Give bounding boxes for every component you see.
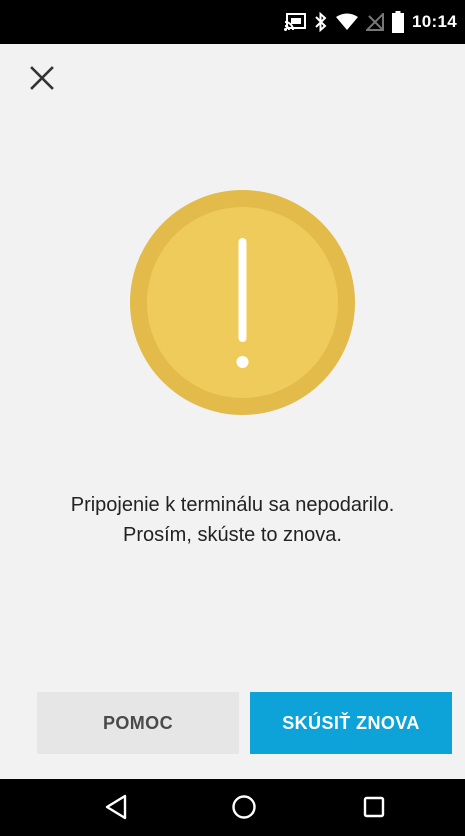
status-bar: 10:14 [0, 0, 465, 44]
wifi-icon [336, 13, 359, 31]
recents-icon [363, 796, 385, 818]
retry-button[interactable]: SKÚSIŤ ZNOVA [250, 692, 452, 754]
help-button[interactable]: POMOC [37, 692, 239, 754]
bluetooth-icon [314, 12, 328, 32]
back-icon [105, 794, 127, 820]
error-message-line-2: Prosím, skúste to znova. [123, 524, 342, 546]
home-icon [232, 795, 256, 819]
error-message: Pripojenie k terminálu sa nepodarilo. Pr… [20, 490, 445, 550]
navigation-bar [0, 779, 465, 836]
nav-home-button[interactable] [222, 787, 266, 827]
cast-icon [284, 13, 307, 31]
battery-icon [392, 11, 405, 33]
no-sim-icon [366, 13, 385, 31]
exclamation-icon [236, 238, 249, 368]
close-icon [30, 66, 54, 90]
warning-badge [130, 190, 355, 415]
close-button[interactable] [28, 64, 56, 92]
status-time: 10:14 [412, 12, 457, 31]
error-message-line-1: Pripojenie k terminálu sa nepodarilo. [70, 494, 395, 516]
status-icons: 10:14 [284, 0, 457, 44]
nav-back-button[interactable] [94, 787, 138, 827]
nav-recents-button[interactable] [352, 787, 396, 827]
